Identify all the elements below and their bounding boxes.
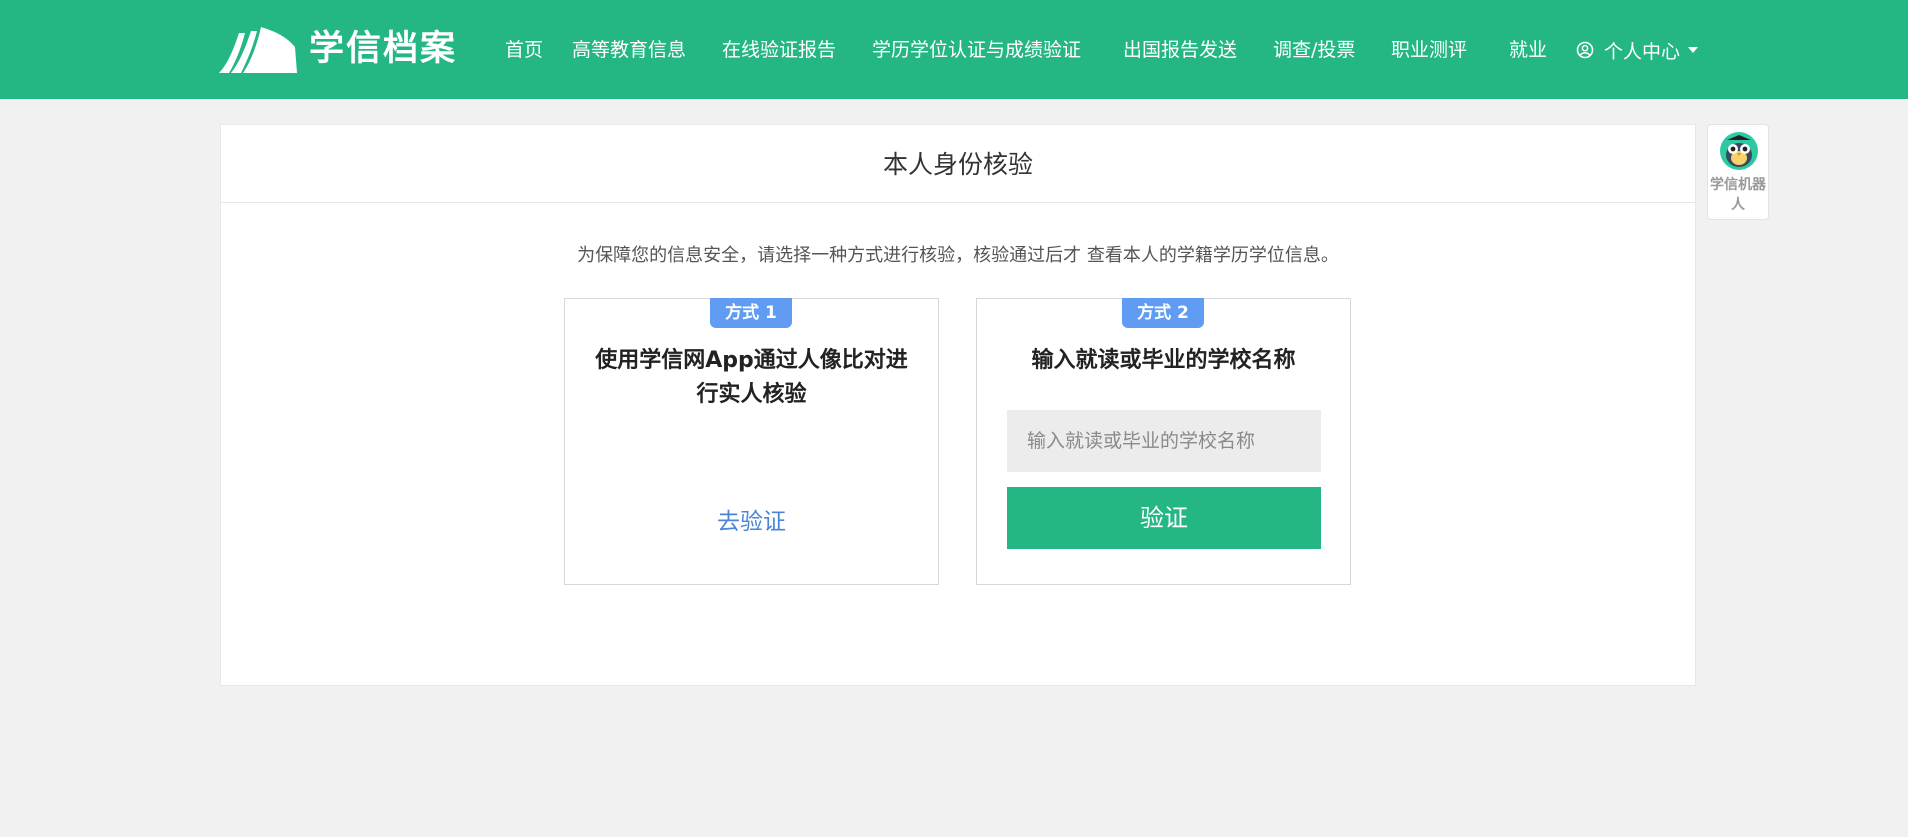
nav-overseas-report[interactable]: 出国报告发送 <box>1123 36 1237 64</box>
method-1-title: 使用学信网App通过人像比对进行实人核验 <box>595 348 908 407</box>
method-2-title: 输入就读或毕业的学校名称 <box>1031 348 1296 373</box>
nav-degree-certification[interactable]: 学历学位认证与成绩验证 <box>872 36 1081 64</box>
page-title: 本人身份核验 <box>221 125 1695 203</box>
nav-survey-vote[interactable]: 调查/投票 <box>1273 36 1355 64</box>
user-center-label: 个人中心 <box>1604 40 1681 63</box>
robot-mascot-icon <box>1720 132 1758 170</box>
nav-online-verification[interactable]: 在线验证报告 <box>722 36 836 64</box>
method-1-badge: 方式 1 <box>710 298 792 328</box>
nav-higher-education[interactable]: 高等教育信息 <box>572 36 686 64</box>
user-center-menu[interactable]: 个人中心 <box>1576 36 1699 64</box>
method-2-badge: 方式 2 <box>1122 298 1204 328</box>
method-1-card: 方式 1 使用学信网App通过人像比对进行实人核验 去验证 <box>564 298 939 585</box>
go-verify-link[interactable]: 去验证 <box>565 502 938 536</box>
security-notice: 为保障您的信息安全，请选择一种方式进行核验，核验通过后才 查看本人的学籍学历学位… <box>577 245 1339 266</box>
verify-button[interactable]: 验证 <box>1007 487 1321 549</box>
nav-employment[interactable]: 就业 <box>1509 36 1547 64</box>
user-icon <box>1576 41 1594 59</box>
logo-text: 学信档案 <box>309 29 458 69</box>
logo[interactable]: 学信档案 <box>219 24 457 74</box>
assistant-robot-widget[interactable]: 学信机器人 <box>1707 124 1769 220</box>
method-2-card: 方式 2 输入就读或毕业的学校名称 验证 <box>976 298 1351 585</box>
nav-home[interactable]: 首页 <box>505 36 543 64</box>
school-name-input[interactable] <box>1007 410 1321 472</box>
top-navbar: 学信档案 首页 高等教育信息 在线验证报告 学历学位认证与成绩验证 出国报告发送… <box>0 0 1908 99</box>
logo-icon <box>219 27 297 73</box>
nav-career-assessment[interactable]: 职业测评 <box>1391 36 1467 64</box>
identity-verification-panel: 本人身份核验 为保障您的信息安全，请选择一种方式进行核验，核验通过后才 查看本人… <box>220 124 1696 686</box>
robot-label: 学信机器人 <box>1710 177 1766 213</box>
chevron-down-icon <box>1688 47 1699 53</box>
